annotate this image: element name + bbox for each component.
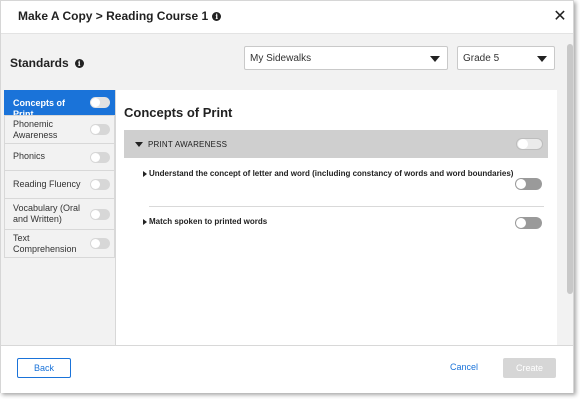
info-icon[interactable]: i [74,58,84,68]
group-header-print-awareness[interactable]: PRINT AWARENESS [124,130,548,158]
standard-row: Match spoken to printed words [124,216,548,234]
cancel-button[interactable]: Cancel [450,362,478,372]
sidebar-item-label: Vocabulary (Oral and Written) [13,203,81,224]
toggle-switch[interactable] [90,97,110,108]
group-label: PRINT AWARENESS [148,140,228,149]
standards-heading: Standards i [10,56,84,70]
sidebar-item-label: Reading Fluency [13,179,81,189]
close-icon[interactable]: ✕ [551,7,569,25]
toggle-switch[interactable] [90,152,110,163]
info-icon[interactable]: i [212,11,222,21]
toggle-switch[interactable] [90,124,110,135]
toggle-switch[interactable] [515,178,542,190]
caret-right-icon[interactable] [143,219,147,225]
chevron-down-icon [537,56,547,62]
standards-label: Standards [10,56,69,70]
standard-text: Match spoken to printed words [149,217,268,226]
caret-down-icon[interactable] [135,142,143,147]
standards-sidebar: Concepts of Print Phonemic Awareness Pho… [4,90,122,258]
dialog-body: Standards i My Sidewalks Grade 5 Concept… [1,34,573,345]
program-select[interactable]: My Sidewalks [244,46,448,70]
create-button: Create [503,358,556,378]
standard-row: Understand the concept of letter and wor… [124,168,548,204]
dialog-titlebar: Make A Copy > Reading Course 1 i ✕ [1,1,573,34]
caret-right-icon[interactable] [143,171,147,177]
scrollbar[interactable] [567,34,573,345]
sidebar-item-label: Phonics [13,151,46,161]
make-copy-dialog: Make A Copy > Reading Course 1 i ✕ Stand… [0,0,574,393]
toggle-switch[interactable] [90,238,110,249]
scrollbar-thumb[interactable] [567,44,573,294]
grade-select-value: Grade 5 [463,52,500,64]
dialog-footer: Back Cancel Create [1,345,573,393]
sidebar-item-phonics[interactable]: Phonics [4,144,115,171]
toggle-switch[interactable] [90,179,110,190]
sidebar-item-concepts-of-print[interactable]: Concepts of Print [4,90,122,119]
sidebar-item-label: Text Comprehension [13,233,77,254]
sidebar-item-vocabulary[interactable]: Vocabulary (Oral and Written) [4,199,115,230]
sidebar-item-phonemic-awareness[interactable]: Phonemic Awareness [4,115,115,144]
sidebar-item-label: Phonemic Awareness [13,119,58,140]
content-title: Concepts of Print [124,105,233,120]
dialog-title-wrap: Make A Copy > Reading Course 1 i [18,9,222,23]
dialog-title: Make A Copy > Reading Course 1 [18,9,209,23]
toggle-switch[interactable] [90,209,110,220]
program-select-value: My Sidewalks [250,52,312,64]
toggle-switch[interactable] [516,138,543,150]
divider [149,206,544,207]
sidebar-item-reading-fluency[interactable]: Reading Fluency [4,171,115,199]
grade-select[interactable]: Grade 5 [457,46,555,70]
standards-content-panel: Concepts of Print PRINT AWARENESS Unders… [115,90,557,345]
back-button[interactable]: Back [17,358,71,378]
toggle-switch[interactable] [515,217,542,229]
standard-text: Understand the concept of letter and wor… [149,169,514,178]
chevron-down-icon [430,56,440,62]
sidebar-item-text-comprehension[interactable]: Text Comprehension [4,230,115,258]
